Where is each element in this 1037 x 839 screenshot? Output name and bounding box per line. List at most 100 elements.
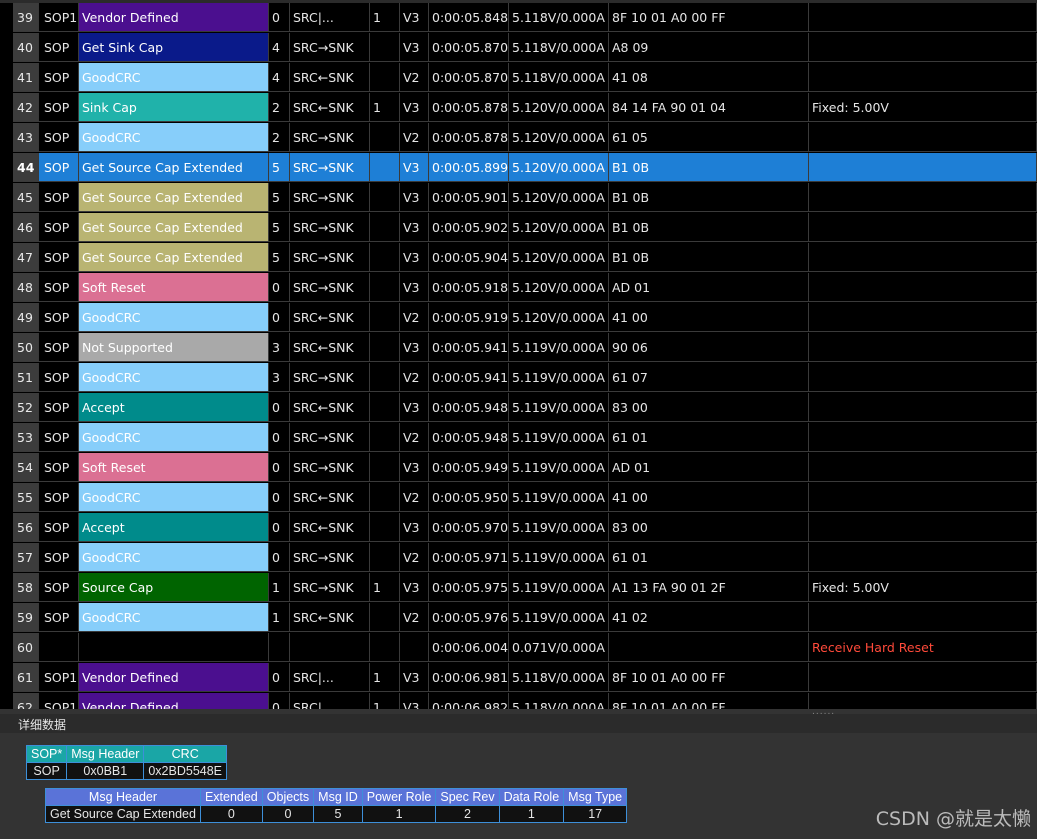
- sop-cell: SOP1: [39, 3, 79, 32]
- table-row[interactable]: 57 SOP GoodCRC 0 SRC→SNK V2 0:00:05.971 5.119V/…: [0, 543, 1037, 573]
- note-cell: [809, 663, 1037, 692]
- table-row[interactable]: 53 SOP GoodCRC 0 SRC→SNK V2 0:00:05.948 5.119V/…: [0, 423, 1037, 453]
- timestamp-cell: 0:00:05.902: [429, 213, 509, 242]
- note-cell: [809, 183, 1037, 212]
- raw-data-cell: 84 14 FA 90 01 04: [609, 93, 809, 122]
- table-row[interactable]: 62 SOP1 Vendor Defined 0 SRC|... 1 V3 0:00:06.9…: [0, 693, 1037, 709]
- table-row[interactable]: 50 SOP Not Supported 3 SRC←SNK V3 0:00:05.941 5…: [0, 333, 1037, 363]
- raw-data-cell: B1 0B: [609, 213, 809, 242]
- table-row[interactable]: 52 SOP Accept 0 SRC←SNK V3 0:00:05.948 5.119V/0…: [0, 393, 1037, 423]
- msg-id-cell: 0: [269, 693, 290, 709]
- msg-header-table: Msg Header Extended Objects Msg ID Power…: [45, 788, 628, 823]
- row-number: 41: [13, 63, 39, 92]
- vbus-cell: 5.118V/0.000A: [509, 33, 609, 62]
- table-row[interactable]: 47 SOP Get Source Cap Extended 5 SRC→SNK V3 0:…: [0, 243, 1037, 273]
- vbus-cell: 5.119V/0.000A: [509, 483, 609, 512]
- table-row[interactable]: 39 SOP1 Vendor Defined 0 SRC|... 1 V3 0:00:05.8…: [0, 3, 1037, 33]
- msg-id-cell: 5: [269, 183, 290, 212]
- note-cell: [809, 303, 1037, 332]
- message-grid[interactable]: 39 SOP1 Vendor Defined 0 SRC|... 1 V3 0:00:05.8…: [0, 3, 1037, 709]
- value-cell: Get Source Cap Extended: [45, 805, 201, 823]
- splitter-grip-icon[interactable]: ......: [812, 707, 835, 717]
- vbus-cell: 5.120V/0.000A: [509, 243, 609, 272]
- table-row[interactable]: 54 SOP Soft Reset 0 SRC→SNK V3 0:00:05.949 5.11…: [0, 453, 1037, 483]
- row-number: 56: [13, 513, 39, 542]
- spec-rev-cell: V3: [400, 453, 429, 482]
- table-row[interactable]: 59 SOP GoodCRC 1 SRC←SNK V2 0:00:05.976 5.119V/…: [0, 603, 1037, 633]
- message-type-cell: [79, 633, 269, 662]
- note-cell: [809, 213, 1037, 242]
- row-number: 43: [13, 123, 39, 152]
- header-cell: Power Role: [361, 788, 437, 806]
- value-cell: 0: [199, 805, 263, 823]
- vbus-cell: 5.118V/0.000A: [509, 3, 609, 32]
- header-cell: SOP*: [25, 745, 68, 763]
- sop-cell: SOP: [39, 213, 79, 242]
- table-row[interactable]: 40 SOP Get Sink Cap 4 SRC→SNK V3 0:00:05.870 5.…: [0, 33, 1037, 63]
- panel-splitter[interactable]: [0, 709, 1037, 714]
- table-row[interactable]: 61 SOP1 Vendor Defined 0 SRC|... 1 V3 0:00:06.9…: [0, 663, 1037, 693]
- table-row[interactable]: 58 SOP Source Cap 1 SRC→SNK 1 V3 0:00:05.975 5.1…: [0, 573, 1037, 603]
- table-row[interactable]: 48 SOP Soft Reset 0 SRC→SNK V3 0:00:05.918 5.12…: [0, 273, 1037, 303]
- table-row[interactable]: 49 SOP GoodCRC 0 SRC←SNK V2 0:00:05.919 5.120V/…: [0, 303, 1037, 333]
- raw-data-cell: 90 06: [609, 333, 809, 362]
- timestamp-cell: 0:00:05.975: [429, 573, 509, 602]
- objects-cell: 1: [370, 573, 400, 602]
- table-row[interactable]: 42 SOP Sink Cap 2 SRC←SNK 1 V3 0:00:05.878 5.120…: [0, 93, 1037, 123]
- table-row[interactable]: 55 SOP GoodCRC 0 SRC←SNK V2 0:00:05.950 5.119V/…: [0, 483, 1037, 513]
- objects-cell: [370, 243, 400, 272]
- header-cell: Extended: [199, 788, 263, 806]
- table-row[interactable]: 51 SOP GoodCRC 3 SRC→SNK V2 0:00:05.941 5.119V/…: [0, 363, 1037, 393]
- raw-data-cell: 41 00: [609, 483, 809, 512]
- vbus-cell: 5.120V/0.000A: [509, 213, 609, 242]
- spec-rev-cell: V2: [400, 63, 429, 92]
- timestamp-cell: 0:00:05.919: [429, 303, 509, 332]
- value-cell: 1: [498, 805, 565, 823]
- table-row[interactable]: 44 SOP Get Source Cap Extended 5 SRC→SNK V3 0:…: [0, 153, 1037, 183]
- sop-cell: SOP: [39, 63, 79, 92]
- direction-cell: SRC→SNK: [290, 273, 370, 302]
- message-type-cell: Accept: [79, 513, 269, 542]
- msg-id-cell: 5: [269, 243, 290, 272]
- objects-cell: [370, 63, 400, 92]
- spec-rev-cell: [400, 633, 429, 662]
- direction-cell: SRC←SNK: [290, 513, 370, 542]
- sop-cell: [39, 633, 79, 662]
- msg-id-cell: 0: [269, 3, 290, 32]
- spec-rev-cell: V2: [400, 423, 429, 452]
- value-cell: 5: [313, 805, 363, 823]
- row-number: 62: [13, 693, 39, 709]
- table-row[interactable]: 56 SOP Accept 0 SRC←SNK V3 0:00:05.970 5.119V/0…: [0, 513, 1037, 543]
- message-type-cell: Source Cap: [79, 573, 269, 602]
- sop-cell: SOP: [39, 603, 79, 632]
- note-cell: [809, 243, 1037, 272]
- objects-cell: 1: [370, 3, 400, 32]
- raw-data-cell: AD 01: [609, 273, 809, 302]
- msg-header-table-head: Msg Header Extended Objects Msg ID Power…: [45, 788, 628, 806]
- objects-cell: 1: [370, 93, 400, 122]
- raw-data-cell: 83 00: [609, 393, 809, 422]
- msg-id-cell: 0: [269, 393, 290, 422]
- spec-rev-cell: V3: [400, 513, 429, 542]
- objects-cell: [370, 633, 400, 662]
- table-row[interactable]: 43 SOP GoodCRC 2 SRC→SNK V2 0:00:05.878 5.120V/…: [0, 123, 1037, 153]
- note-cell: [809, 693, 1037, 709]
- table-row[interactable]: 41 SOP GoodCRC 4 SRC←SNK V2 0:00:05.870 5.118V/…: [0, 63, 1037, 93]
- direction-cell: SRC→SNK: [290, 243, 370, 272]
- row-number: 59: [13, 603, 39, 632]
- row-number: 40: [13, 33, 39, 62]
- timestamp-cell: 0:00:05.901: [429, 183, 509, 212]
- table-row[interactable]: 46 SOP Get Source Cap Extended 5 SRC→SNK V3 0:…: [0, 213, 1037, 243]
- table-row[interactable]: 45 SOP Get Source Cap Extended 5 SRC→SNK V3 0:…: [0, 183, 1037, 213]
- msg-id-cell: 5: [269, 153, 290, 182]
- message-type-cell: Get Source Cap Extended: [79, 213, 269, 242]
- sop-cell: SOP: [39, 153, 79, 182]
- msg-id-cell: 1: [269, 603, 290, 632]
- sop-cell: SOP: [39, 423, 79, 452]
- table-row[interactable]: 60 0:00:06.004 0.071V/0.000A Receive Hard R…: [0, 633, 1037, 663]
- spec-rev-cell: V3: [400, 273, 429, 302]
- raw-data-cell: 61 01: [609, 423, 809, 452]
- vbus-cell: 5.119V/0.000A: [509, 363, 609, 392]
- raw-data-cell: B1 0B: [609, 243, 809, 272]
- message-type-cell: GoodCRC: [79, 603, 269, 632]
